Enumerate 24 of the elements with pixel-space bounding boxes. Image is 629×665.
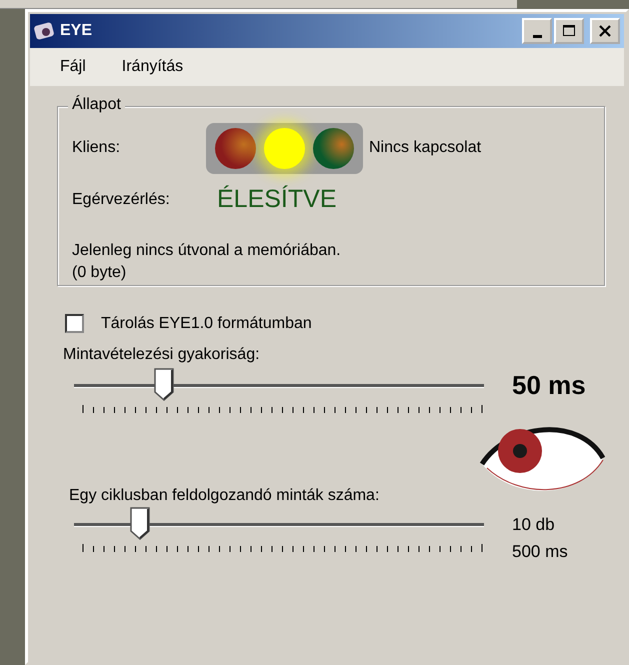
group-title: Állapot bbox=[68, 96, 125, 114]
connection-status: Nincs kapcsolat bbox=[369, 139, 482, 157]
menu-item[interactable]: Irányítás bbox=[122, 58, 184, 76]
maximize-icon bbox=[562, 24, 576, 38]
checkbox[interactable] bbox=[65, 314, 84, 333]
slider-thumb[interactable] bbox=[154, 368, 174, 401]
mouse-control-status: ÉLESÍTVE bbox=[217, 185, 336, 214]
slider-label: Egy ciklusban feldolgozandó minták száma: bbox=[69, 487, 380, 505]
client-label: Kliens: bbox=[72, 139, 122, 157]
slider-value: 500 ms bbox=[512, 541, 568, 563]
close-button[interactable] bbox=[590, 18, 620, 44]
slider-value: 50 ms bbox=[512, 370, 586, 401]
mouse-control-label: Egérvezérlés: bbox=[72, 190, 171, 208]
minimize-icon bbox=[532, 34, 542, 38]
menu-item[interactable]: Fájl bbox=[60, 58, 86, 76]
slider-value: 10 db bbox=[512, 514, 556, 536]
window-title: EYE bbox=[60, 22, 94, 40]
slider-thumb[interactable] bbox=[130, 507, 150, 540]
minimize-button[interactable] bbox=[522, 18, 552, 44]
close-icon bbox=[598, 24, 612, 38]
slider-label: Mintavételezési gyakoriság: bbox=[63, 346, 261, 364]
checkbox-label: Tárolás EYE1.0 formátumban bbox=[101, 314, 312, 332]
maximize-button[interactable] bbox=[554, 18, 584, 44]
memory-info: Jelenleg nincs útvonal a memóriában. (0 byte) bbox=[72, 241, 342, 283]
